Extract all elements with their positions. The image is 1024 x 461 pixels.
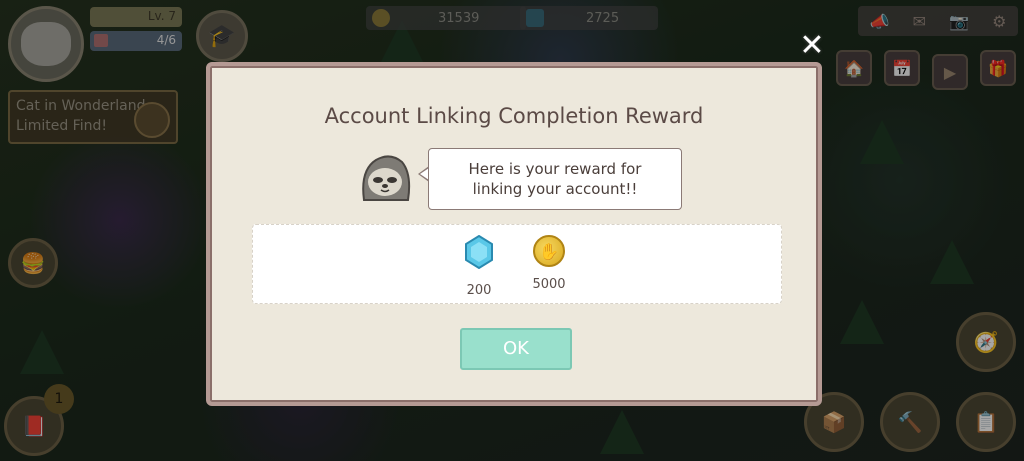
rewards-panel: 200 ✋ 5000 <box>252 224 782 304</box>
message-line-1: Here is your reward for <box>468 160 642 178</box>
gem-reward-amount: 200 <box>466 283 492 298</box>
sloth-mascot-icon <box>362 155 411 201</box>
reward-coin: ✋ 5000 <box>519 235 579 292</box>
coin-icon: ✋ <box>533 235 565 267</box>
reward-gem: 200 <box>449 234 509 298</box>
gem-icon <box>465 234 493 270</box>
reward-dialog: Account Linking Completion Reward Here i… <box>206 62 822 406</box>
ok-button[interactable]: OK <box>460 328 572 370</box>
close-icon[interactable]: ✕ <box>798 31 826 61</box>
speech-bubble: Here is your reward for linking your acc… <box>428 148 682 210</box>
dialog-title: Account Linking Completion Reward <box>324 104 704 128</box>
message-line-2: linking your account!! <box>472 180 638 198</box>
coin-reward-amount: 5000 <box>532 277 566 292</box>
